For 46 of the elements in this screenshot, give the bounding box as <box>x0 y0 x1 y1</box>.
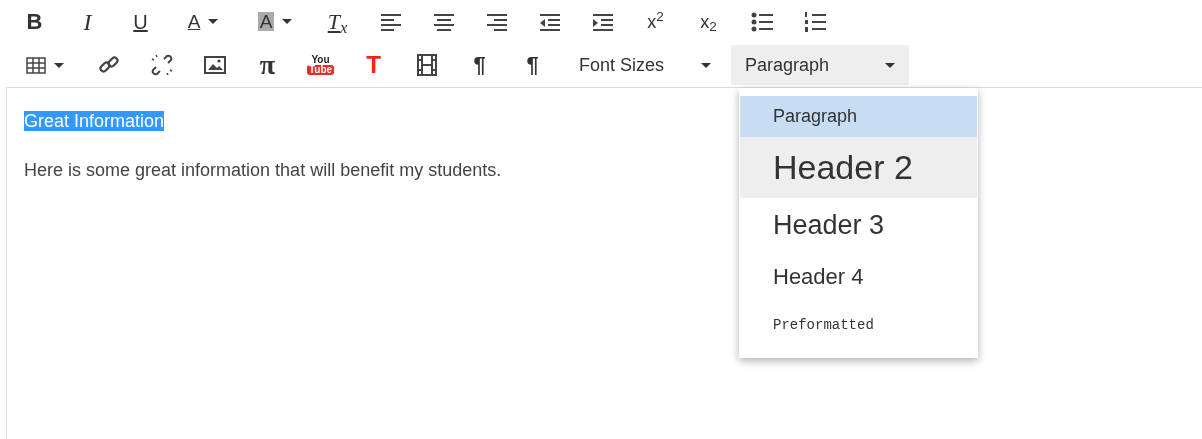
toolbar-button[interactable]: You Tube <box>294 47 347 83</box>
toolbar-button[interactable]: T <box>347 47 400 83</box>
align-right-icon <box>486 12 507 31</box>
editor-text: Great Information <box>24 111 165 131</box>
editor-area[interactable]: Great Information Here is some great information that will benefit my students. Paragraph Header 2 Header 3 Header 4 Preformatted <box>6 87 1202 439</box>
numbered-list-icon <box>803 11 826 32</box>
link-icon <box>97 54 120 76</box>
broken-link-icon <box>150 54 173 76</box>
toolbar-button[interactable]: B <box>8 3 61 40</box>
caret-icon <box>701 62 711 68</box>
film-icon <box>416 54 437 76</box>
toolbar-button[interactable]: x$^{2}$ <box>629 3 682 40</box>
italic-icon: I <box>83 9 92 34</box>
toolbar-button[interactable]: π <box>241 47 294 83</box>
toolbar-button[interactable]: U <box>114 3 167 40</box>
format-select[interactable]: Font Sizes <box>565 45 725 85</box>
highlight-icon: A <box>257 12 275 31</box>
outdent-icon <box>539 12 560 31</box>
clear-format-icon: T$_{x}$ <box>327 10 348 33</box>
superscript-icon: x$^{2}$ <box>647 12 664 31</box>
toolbar-button[interactable]: A <box>167 3 239 40</box>
toolbar-button[interactable]: ¶ <box>453 47 506 83</box>
text-tool-icon: T <box>366 53 381 77</box>
caret-icon <box>885 62 895 68</box>
subscript-icon: x$_{2}$ <box>700 12 717 31</box>
toolbar-button[interactable]: x$_{2}$ <box>682 3 735 40</box>
indent-icon <box>592 12 613 31</box>
align-center-icon <box>433 12 454 31</box>
pi-icon: π <box>259 51 276 79</box>
text-color-icon: A <box>187 12 201 31</box>
toolbar-button[interactable]: I <box>61 3 114 40</box>
toolbar-button[interactable]: T$_{x}$ <box>311 3 364 40</box>
bullet-list-icon <box>750 11 773 32</box>
paragraph-mark-icon: ¶ <box>473 54 486 76</box>
editor-text: Here is some great information that will benefit my students. <box>24 160 502 181</box>
format-option[interactable]: Paragraph <box>740 96 977 137</box>
paragraph-mark-icon: ¶ <box>526 54 539 76</box>
toolbar-button[interactable]: ¶ <box>506 47 559 83</box>
table-icon <box>26 56 46 74</box>
format-option[interactable]: Header 2 <box>740 137 977 198</box>
toolbar-button[interactable]: A <box>239 3 311 40</box>
underline-icon: U <box>133 11 148 32</box>
bold-icon: B <box>26 10 43 33</box>
format-select[interactable]: Paragraph <box>731 45 909 85</box>
align-left-icon <box>380 12 401 31</box>
image-icon <box>203 56 226 74</box>
